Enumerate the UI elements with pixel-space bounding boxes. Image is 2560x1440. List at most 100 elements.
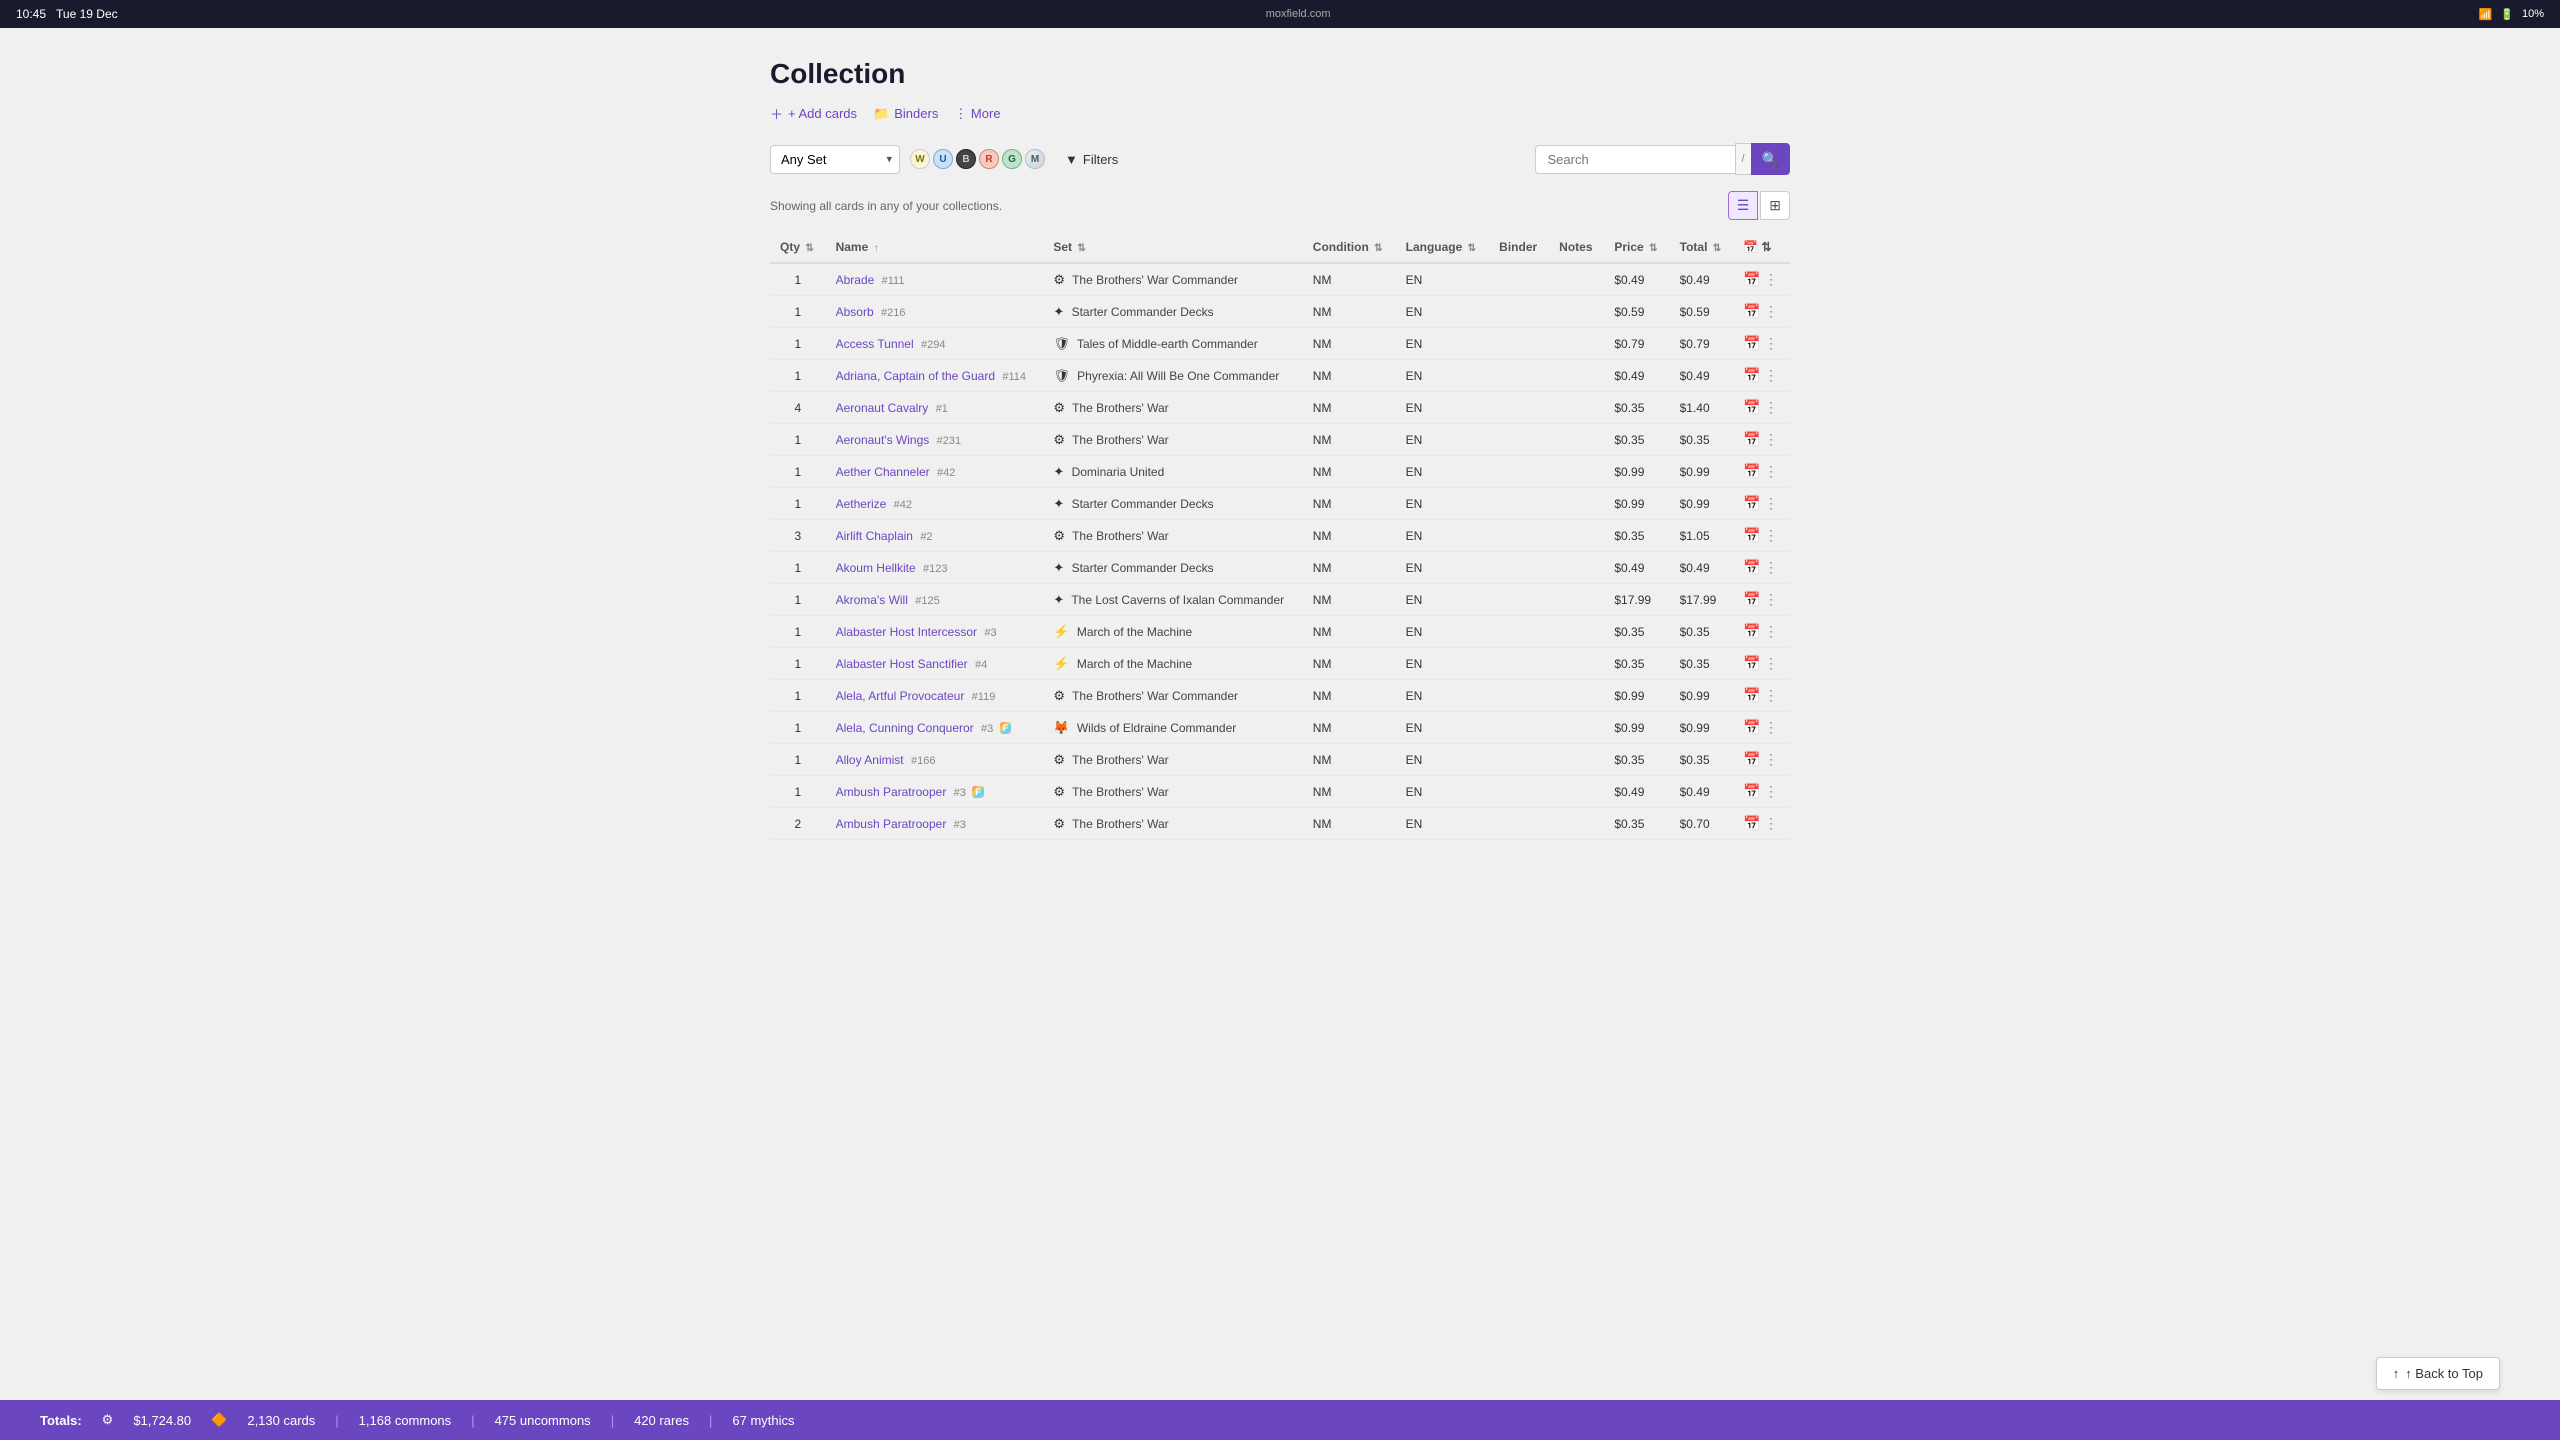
calendar-icon[interactable]: 📅 <box>1743 687 1760 703</box>
more-row-icon[interactable]: ⋮ <box>1764 431 1778 447</box>
mana-green-icon[interactable]: G <box>1002 149 1022 169</box>
more-row-icon[interactable]: ⋮ <box>1764 751 1778 767</box>
card-name-link[interactable]: Alela, Cunning Conqueror <box>836 721 974 735</box>
mana-black-icon[interactable]: B <box>956 149 976 169</box>
calendar-icon[interactable]: 📅 <box>1743 335 1760 351</box>
calendar-icon[interactable]: 📅 <box>1743 495 1760 511</box>
col-notes[interactable]: Notes <box>1549 232 1604 263</box>
cell-language: EN <box>1396 520 1490 552</box>
more-row-icon[interactable]: ⋮ <box>1764 591 1778 607</box>
back-to-top-button[interactable]: ↑ ↑ Back to Top <box>2376 1357 2500 1390</box>
mana-blue-icon[interactable]: U <box>933 149 953 169</box>
calendar-icon[interactable]: 📅 <box>1743 591 1760 607</box>
search-input[interactable] <box>1535 145 1735 174</box>
calendar-icon[interactable]: 📅 <box>1743 399 1760 415</box>
more-button[interactable]: ⋮ More <box>954 106 1000 122</box>
calendar-icon[interactable]: 📅 <box>1743 559 1760 575</box>
col-qty[interactable]: Qty ⇅ <box>770 232 826 263</box>
col-condition[interactable]: Condition ⇅ <box>1303 232 1396 263</box>
calendar-icon[interactable]: 📅 <box>1743 271 1760 287</box>
calendar-icon[interactable]: 📅 <box>1743 367 1760 383</box>
cell-set: ⚙ The Brothers' War Commander <box>1043 680 1302 712</box>
list-view-button[interactable]: ☰ <box>1728 191 1759 220</box>
card-name-link[interactable]: Absorb <box>836 305 874 319</box>
more-row-icon[interactable]: ⋮ <box>1764 303 1778 319</box>
table-row: 1 Alloy Animist #166 ⚙ The Brothers' War… <box>770 744 1790 776</box>
card-name-link[interactable]: Aeronaut Cavalry <box>836 401 929 415</box>
col-price[interactable]: Price ⇅ <box>1604 232 1669 263</box>
table-row: 1 Akoum Hellkite #123 ✦ Starter Commande… <box>770 552 1790 584</box>
more-row-icon[interactable]: ⋮ <box>1764 495 1778 511</box>
calendar-icon[interactable]: 📅 <box>1743 527 1760 543</box>
cell-name: Airlift Chaplain #2 <box>826 520 1044 552</box>
card-name-link[interactable]: Adriana, Captain of the Guard <box>836 369 995 383</box>
cell-name: Aetherize #42 <box>826 488 1044 520</box>
col-language[interactable]: Language ⇅ <box>1396 232 1490 263</box>
calendar-icon[interactable]: 📅 <box>1743 303 1760 319</box>
set-select[interactable]: Any Set <box>770 145 900 174</box>
calendar-icon[interactable]: 📅 <box>1743 463 1760 479</box>
col-total[interactable]: Total ⇅ <box>1670 232 1734 263</box>
card-number: #114 <box>1002 371 1026 383</box>
card-name-link[interactable]: Alabaster Host Intercessor <box>836 625 977 639</box>
cell-actions: 📅 ⋮ <box>1733 392 1790 424</box>
cell-price: $0.99 <box>1604 456 1669 488</box>
card-name-link[interactable]: Aetherize <box>836 497 887 511</box>
more-row-icon[interactable]: ⋮ <box>1764 559 1778 575</box>
card-name-link[interactable]: Aether Channeler <box>836 465 930 479</box>
cell-set: 🛡 Tales of Middle-earth Commander <box>1043 328 1302 360</box>
filters-button[interactable]: ▼ Filters <box>1055 146 1128 173</box>
more-row-icon[interactable]: ⋮ <box>1764 655 1778 671</box>
footer-icon2: 🔶 <box>211 1412 227 1428</box>
card-name-link[interactable]: Access Tunnel <box>836 337 914 351</box>
more-row-icon[interactable]: ⋮ <box>1764 399 1778 415</box>
mana-white-icon[interactable]: W <box>910 149 930 169</box>
card-name-link[interactable]: Abrade <box>836 273 875 287</box>
card-name-link[interactable]: Akroma's Will <box>836 593 908 607</box>
more-row-icon[interactable]: ⋮ <box>1764 783 1778 799</box>
col-set[interactable]: Set ⇅ <box>1043 232 1302 263</box>
set-name: Starter Commander Decks <box>1072 561 1214 575</box>
calendar-icon[interactable]: 📅 <box>1743 815 1760 831</box>
binders-button[interactable]: 📁 Binders <box>873 106 938 122</box>
card-name-link[interactable]: Aeronaut's Wings <box>836 433 930 447</box>
col-binder[interactable]: Binder <box>1489 232 1549 263</box>
set-name: The Brothers' War <box>1072 529 1169 543</box>
calendar-icon[interactable]: 📅 <box>1743 719 1760 735</box>
set-icon: ⚡ <box>1053 624 1069 639</box>
calendar-icon[interactable]: 📅 <box>1743 431 1760 447</box>
cell-qty: 1 <box>770 648 826 680</box>
more-row-icon[interactable]: ⋮ <box>1764 527 1778 543</box>
more-row-icon[interactable]: ⋮ <box>1764 335 1778 351</box>
card-name-link[interactable]: Airlift Chaplain <box>836 529 913 543</box>
card-number: #2 <box>920 531 932 543</box>
more-row-icon[interactable]: ⋮ <box>1764 719 1778 735</box>
more-row-icon[interactable]: ⋮ <box>1764 687 1778 703</box>
grid-view-button[interactable]: ⊞ <box>1760 191 1790 220</box>
search-button[interactable]: 🔍 <box>1751 143 1790 175</box>
calendar-icon[interactable]: 📅 <box>1743 655 1760 671</box>
col-name[interactable]: Name ↑ <box>826 232 1044 263</box>
more-row-icon[interactable]: ⋮ <box>1764 815 1778 831</box>
calendar-icon[interactable]: 📅 <box>1743 623 1760 639</box>
set-icon: ✦ <box>1053 464 1064 479</box>
add-cards-button[interactable]: ＋ + Add cards <box>770 104 857 123</box>
calendar-icon[interactable]: 📅 <box>1743 751 1760 767</box>
set-name: The Lost Caverns of Ixalan Commander <box>1071 593 1284 607</box>
more-row-icon[interactable]: ⋮ <box>1764 271 1778 287</box>
card-name-link[interactable]: Ambush Paratrooper <box>836 785 947 799</box>
card-name-link[interactable]: Ambush Paratrooper <box>836 817 947 831</box>
mana-red-icon[interactable]: R <box>979 149 999 169</box>
card-name-link[interactable]: Akoum Hellkite <box>836 561 916 575</box>
more-row-icon[interactable]: ⋮ <box>1764 623 1778 639</box>
mana-multi-icon[interactable]: M <box>1025 149 1045 169</box>
cell-price: $0.35 <box>1604 648 1669 680</box>
card-name-link[interactable]: Alloy Animist <box>836 753 904 767</box>
cell-condition: NM <box>1303 488 1396 520</box>
more-row-icon[interactable]: ⋮ <box>1764 463 1778 479</box>
more-row-icon[interactable]: ⋮ <box>1764 367 1778 383</box>
card-name-link[interactable]: Alela, Artful Provocateur <box>836 689 965 703</box>
card-name-link[interactable]: Alabaster Host Sanctifier <box>836 657 968 671</box>
binder-icon: 📁 <box>873 106 889 122</box>
calendar-icon[interactable]: 📅 <box>1743 783 1760 799</box>
